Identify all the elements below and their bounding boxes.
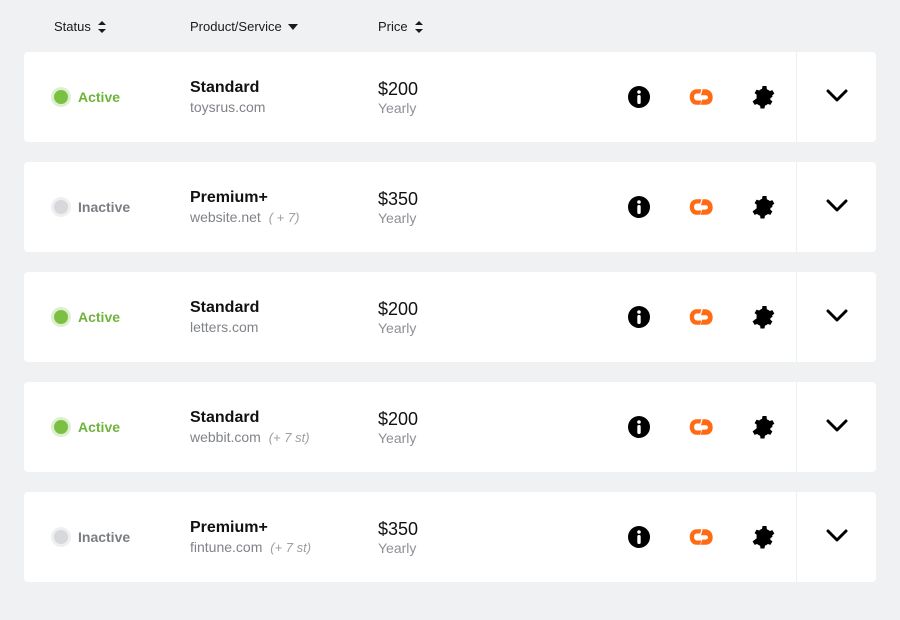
status-dot-icon: [54, 200, 68, 214]
price-amount: $350: [378, 519, 518, 540]
status-dot-icon: [54, 90, 68, 104]
gear-icon[interactable]: [750, 84, 776, 110]
product-name: Premium+: [190, 519, 378, 537]
cpanel-icon[interactable]: [688, 84, 714, 110]
chevron-down-icon[interactable]: [826, 199, 848, 216]
col-header-product[interactable]: Product/Service: [190, 19, 298, 34]
status-label: Active: [78, 309, 120, 325]
price-amount: $350: [378, 189, 518, 210]
price-period: Yearly: [378, 430, 518, 446]
table-row: Active Standard toysrus.com $200 Yearly: [24, 52, 876, 142]
col-header-status-label: Status: [54, 19, 91, 34]
cpanel-icon[interactable]: [688, 194, 714, 220]
price-amount: $200: [378, 79, 518, 100]
product-domain: website.net ( + 7): [190, 209, 378, 225]
price-period: Yearly: [378, 320, 518, 336]
chevron-down-icon[interactable]: [826, 89, 848, 106]
price-period: Yearly: [378, 100, 518, 116]
sort-icon: [414, 21, 424, 33]
status-dot-icon: [54, 420, 68, 434]
price-amount: $200: [378, 409, 518, 430]
status-dot-icon: [54, 310, 68, 324]
gear-icon[interactable]: [750, 194, 776, 220]
chevron-down-icon[interactable]: [826, 419, 848, 436]
info-icon[interactable]: [626, 304, 652, 330]
price-amount: $200: [378, 299, 518, 320]
gear-icon[interactable]: [750, 524, 776, 550]
price-period: Yearly: [378, 210, 518, 226]
product-name: Standard: [190, 409, 378, 427]
product-name: Standard: [190, 79, 378, 97]
info-icon[interactable]: [626, 524, 652, 550]
info-icon[interactable]: [626, 194, 652, 220]
product-domain: webbit.com (+ 7 st): [190, 429, 378, 445]
sort-icon: [97, 21, 107, 33]
col-header-price-label: Price: [378, 19, 408, 34]
col-header-product-label: Product/Service: [190, 19, 282, 34]
product-name: Premium+: [190, 189, 378, 207]
cpanel-icon[interactable]: [688, 304, 714, 330]
status-dot-icon: [54, 530, 68, 544]
table-row: Active Standard webbit.com (+ 7 st) $200…: [24, 382, 876, 472]
cpanel-icon[interactable]: [688, 524, 714, 550]
status-label: Inactive: [78, 199, 130, 215]
cpanel-icon[interactable]: [688, 414, 714, 440]
price-period: Yearly: [378, 540, 518, 556]
info-icon[interactable]: [626, 84, 652, 110]
status-label: Active: [78, 419, 120, 435]
gear-icon[interactable]: [750, 414, 776, 440]
product-domain: letters.com: [190, 319, 378, 335]
status-label: Active: [78, 89, 120, 105]
gear-icon[interactable]: [750, 304, 776, 330]
chevron-down-icon[interactable]: [826, 309, 848, 326]
table-row: Inactive Premium+ website.net ( + 7) $35…: [24, 162, 876, 252]
info-icon[interactable]: [626, 414, 652, 440]
col-header-status[interactable]: Status: [54, 19, 107, 34]
chevron-down-icon[interactable]: [826, 529, 848, 546]
product-name: Standard: [190, 299, 378, 317]
product-domain: toysrus.com: [190, 99, 378, 115]
table-row: Active Standard letters.com $200 Yearly: [24, 272, 876, 362]
table-row: Inactive Premium+ fintune.com (+ 7 st) $…: [24, 492, 876, 582]
caret-down-icon: [288, 23, 298, 31]
product-domain: fintune.com (+ 7 st): [190, 539, 378, 555]
status-label: Inactive: [78, 529, 130, 545]
col-header-price[interactable]: Price: [378, 19, 424, 34]
table-header: Status Product/Service Price: [24, 0, 876, 52]
